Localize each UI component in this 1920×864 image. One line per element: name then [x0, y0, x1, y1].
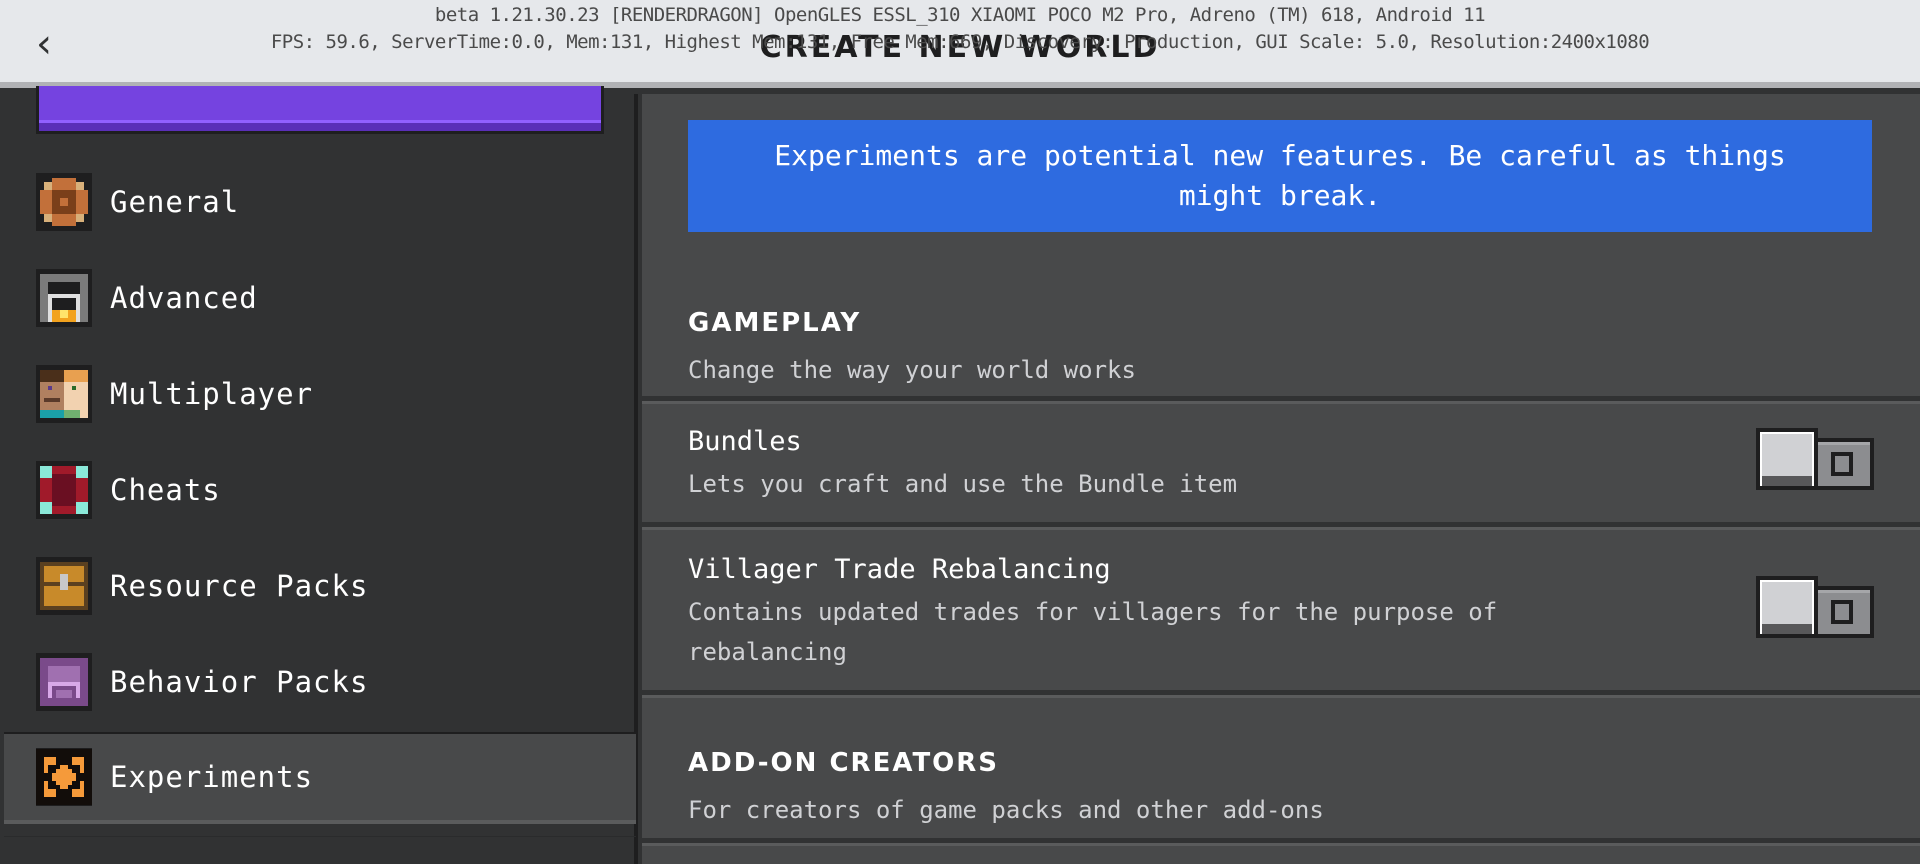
sidebar-item-label: Advanced — [110, 281, 258, 315]
toggle-knob[interactable] — [1756, 576, 1818, 638]
gear-icon — [36, 173, 92, 231]
sidebar-item-multiplayer[interactable]: Multiplayer — [4, 348, 636, 440]
toggle-label-villager-trade-rebalancing: Villager Trade Rebalancing — [688, 554, 1111, 585]
sidebar-item-experiments[interactable]: Experiments — [4, 732, 636, 824]
toggle-off-indicator-icon — [1831, 600, 1853, 624]
sidebar-item-label: Resource Packs — [110, 569, 369, 603]
sidebar-item-advanced[interactable]: Advanced — [4, 252, 636, 344]
divider — [642, 690, 1920, 698]
furnace-icon — [36, 269, 92, 327]
debug-info-line-2: FPS: 59.6, ServerTime:0.0, Mem:131, High… — [270, 31, 1650, 53]
toggle-knob[interactable] — [1756, 428, 1818, 490]
section-description-add-on-creators: For creators of game packs and other add… — [688, 796, 1324, 824]
sidebar-item-resource-packs[interactable]: Resource Packs — [4, 540, 636, 632]
sidebar-item-label: Experiments — [110, 760, 314, 794]
section-title-gameplay: GAMEPLAY — [688, 308, 862, 338]
sidebar-footer — [4, 836, 636, 864]
toggle-track — [1812, 438, 1874, 490]
sidebar-item-cheats[interactable]: Cheats — [4, 444, 636, 536]
toggle-description-villager-trade-rebalancing: Contains updated trades for villagers fo… — [688, 598, 1498, 666]
bundles-toggle[interactable] — [1756, 428, 1878, 490]
players-icon — [36, 365, 92, 423]
sidebar: General Advanced Multiplayer Cheats Reso… — [0, 86, 638, 864]
header-bar: ‹ CREATE NEW WORLD beta 1.21.30.23 [REND… — [0, 0, 1920, 88]
experiments-icon — [36, 748, 92, 806]
divider — [642, 522, 1920, 530]
toggle-off-indicator-icon — [1831, 452, 1853, 476]
debug-info-line-1: beta 1.21.30.23 [RENDERDRAGON] OpenGLES … — [434, 4, 1486, 26]
toggle-label-bundles: Bundles — [688, 426, 802, 457]
experiments-panel: Experiments are potential new features. … — [642, 94, 1920, 864]
toggle-track — [1812, 586, 1874, 638]
toggle-description-bundles: Lets you craft and use the Bundle item — [688, 470, 1238, 498]
divider — [642, 838, 1920, 846]
sidebar-item-label: General — [110, 185, 240, 219]
sidebar-item-label: Cheats — [110, 473, 221, 507]
sidebar-item-label: Behavior Packs — [110, 665, 369, 699]
sidebar-item-general[interactable]: General — [4, 156, 636, 248]
section-title-add-on-creators: ADD-ON CREATORS — [688, 748, 1000, 778]
command-block-icon — [36, 461, 92, 519]
warning-banner: Experiments are potential new features. … — [688, 120, 1872, 232]
villager-trade-rebalancing-toggle[interactable] — [1756, 576, 1878, 638]
create-button[interactable] — [36, 86, 604, 134]
sidebar-item-behavior-packs[interactable]: Behavior Packs — [4, 636, 636, 728]
sidebar-item-label: Multiplayer — [110, 377, 314, 411]
divider — [642, 396, 1920, 404]
behavior-pack-icon — [36, 653, 92, 711]
chest-icon — [36, 557, 92, 615]
section-description-gameplay: Change the way your world works — [688, 356, 1136, 384]
